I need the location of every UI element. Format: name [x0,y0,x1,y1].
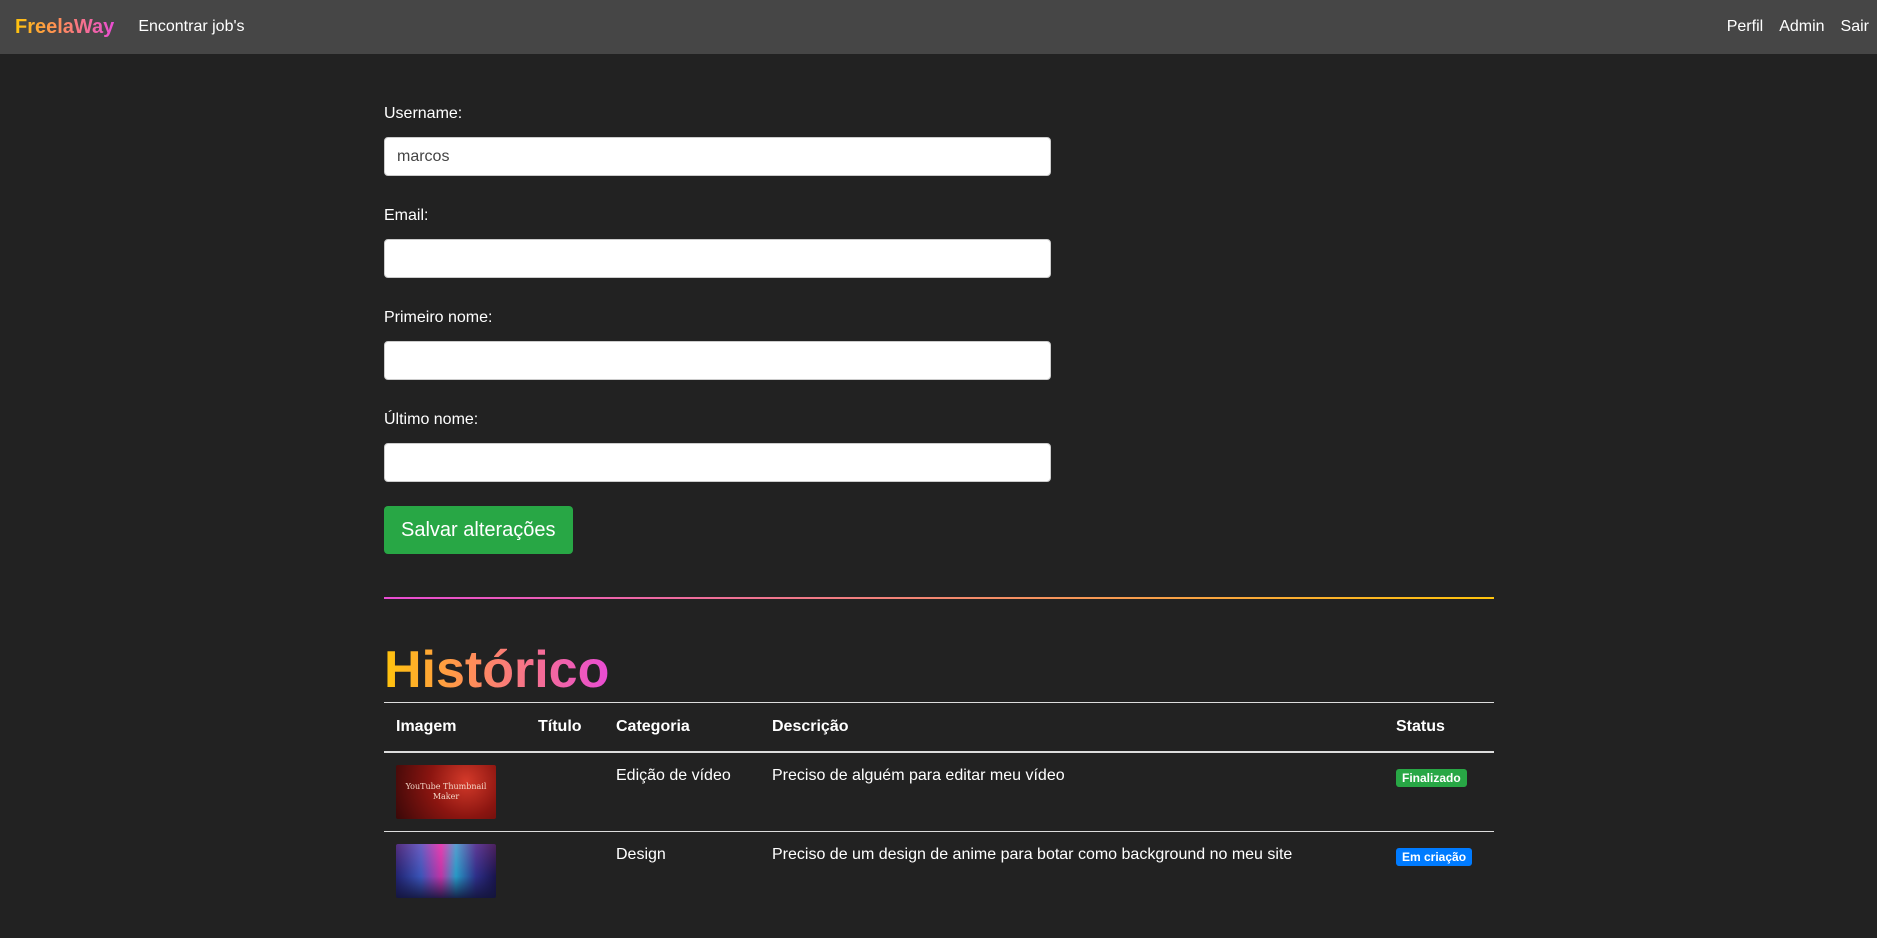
header-status: Status [1384,702,1494,753]
last-name-label: Último nome: [384,411,479,428]
description-cell: Preciso de um design de anime para botar… [760,831,1384,910]
nav-link-logout[interactable]: Sair [1841,18,1869,36]
description-cell: Preciso de alguém para editar meu vídeo [760,751,1384,832]
title-cell [526,751,604,832]
job-description: Preciso de alguém para editar meu vídeo [772,766,1065,784]
title-cell [526,831,604,910]
job-thumbnail[interactable] [396,843,496,898]
job-thumbnail[interactable]: YouTube Thumbnail Maker [396,764,496,819]
category-cell: Edição de vídeo [604,751,760,832]
status-badge: Em criação [1396,847,1473,866]
save-button[interactable]: Salvar alterações [384,506,573,554]
brand-logo[interactable]: FreelaWay [15,16,114,39]
thumbnail-text: YouTube Thumbnail Maker [405,781,487,801]
job-category: Design [616,845,666,863]
first-name-label: Primeiro nome: [384,309,493,326]
table-header-row: Imagem Título Categoria Descrição Status [384,702,1494,753]
status-cell: Finalizado [1384,751,1494,832]
job-title [538,844,592,846]
navbar-right: Perfil Admin Sair [1711,18,1869,36]
email-field[interactable] [384,239,1051,278]
image-cell: YouTube Thumbnail Maker [384,751,526,832]
header-category: Categoria [604,702,760,753]
history-table: Imagem Título Categoria Descrição Status… [384,702,1494,910]
header-description: Descrição [760,702,1384,753]
history-title: Histórico [384,641,610,699]
category-cell: Design [604,831,760,910]
last-name-field[interactable] [384,443,1051,482]
header-image: Imagem [384,702,526,753]
username-label: Username: [384,105,463,122]
job-category: Edição de vídeo [616,766,731,784]
job-description: Preciso de um design de anime para botar… [772,845,1293,863]
profile-form: Username: Email: Primeiro nome: Último n… [384,104,1051,554]
email-label: Email: [384,207,429,224]
table-row: YouTube Thumbnail Maker Edição de vídeo … [384,751,1494,832]
header-title: Título [526,702,604,753]
first-name-field[interactable] [384,341,1051,380]
gradient-divider [384,597,1494,599]
nav-link-find-jobs[interactable]: Encontrar job's [138,18,244,36]
nav-link-profile[interactable]: Perfil [1727,18,1763,36]
nav-link-admin[interactable]: Admin [1779,18,1824,36]
image-cell [384,831,526,910]
status-badge: Finalizado [1396,768,1467,787]
navbar-left: FreelaWay Encontrar job's [15,16,245,39]
navbar: FreelaWay Encontrar job's Perfil Admin S… [0,0,1877,54]
status-cell: Em criação [1384,831,1494,910]
username-field[interactable] [384,137,1051,176]
table-row: Design Preciso de um design de anime par… [384,831,1494,910]
job-title [538,765,592,767]
